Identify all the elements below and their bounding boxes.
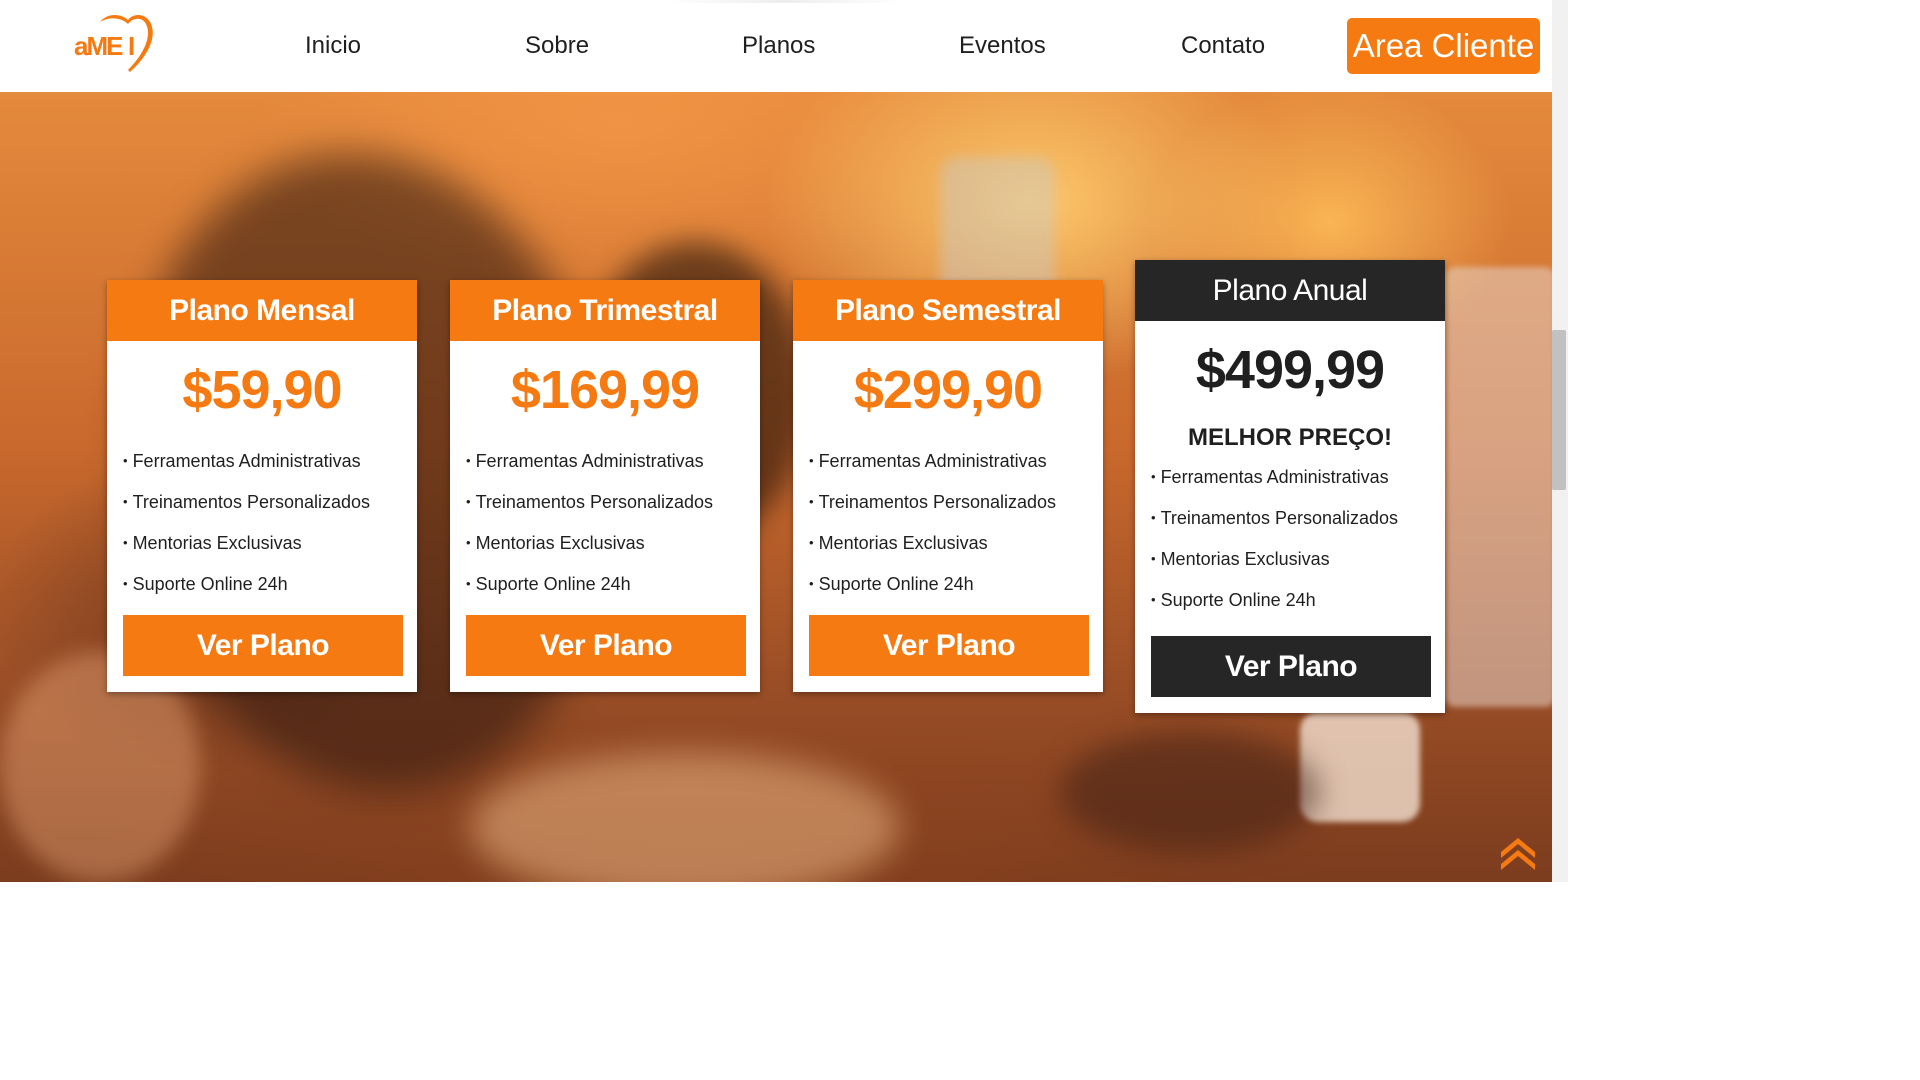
ver-plano-button[interactable]: Ver Plano	[466, 615, 746, 676]
plan-title: Plano Trimestral	[450, 280, 760, 341]
nav-inicio[interactable]: Inicio	[305, 30, 361, 62]
bg-mug	[1300, 712, 1420, 822]
plan-card-trimestral: Plano Trimestral $169,99 Ferramentas Adm…	[450, 280, 760, 692]
feature-item: Treinamentos Personalizados	[123, 492, 417, 533]
nav-planos[interactable]: Planos	[742, 30, 815, 62]
feature-item: Treinamentos Personalizados	[1151, 508, 1445, 549]
plan-title: Plano Mensal	[107, 280, 417, 341]
feature-item: Mentorias Exclusivas	[809, 533, 1103, 574]
plan-card-mensal: Plano Mensal $59,90 Ferramentas Administ…	[107, 280, 417, 692]
feature-item: Treinamentos Personalizados	[809, 492, 1103, 533]
best-price-badge: MELHOR PREÇO!	[1188, 424, 1392, 451]
plan-price: $499,99	[1195, 340, 1385, 400]
feature-item: Mentorias Exclusivas	[1151, 549, 1445, 590]
feature-item: Suporte Online 24h	[809, 574, 1103, 615]
feature-item: Mentorias Exclusivas	[466, 533, 760, 574]
bg-hands	[1060, 732, 1320, 852]
feature-item: Ferramentas Administrativas	[809, 451, 1103, 492]
header-shadow	[665, 0, 905, 3]
plan-features: Ferramentas Administrativas Treinamentos…	[450, 451, 760, 615]
site-header: aME I Inicio Sobre Planos Eventos Contat…	[0, 0, 1552, 92]
area-cliente-button[interactable]: Area Cliente	[1347, 18, 1540, 74]
plan-price: $169,99	[510, 360, 700, 420]
nav-eventos[interactable]: Eventos	[959, 30, 1046, 62]
feature-item: Suporte Online 24h	[466, 574, 760, 615]
plan-price: $59,90	[182, 360, 342, 420]
bg-monitor	[1445, 267, 1552, 707]
feature-item: Treinamentos Personalizados	[466, 492, 760, 533]
plan-features: Ferramentas Administrativas Treinamentos…	[793, 451, 1103, 615]
amei-logo[interactable]: aME I	[70, 14, 154, 76]
plan-card-semestral: Plano Semestral $299,90 Ferramentas Admi…	[793, 280, 1103, 692]
plan-price: $299,90	[853, 360, 1043, 420]
plan-features: Ferramentas Administrativas Treinamentos…	[1135, 467, 1445, 631]
feature-item: Ferramentas Administrativas	[123, 451, 417, 492]
nav-sobre[interactable]: Sobre	[525, 30, 589, 62]
plan-title: Plano Anual	[1135, 260, 1445, 321]
double-chevron-up-icon[interactable]	[1497, 830, 1539, 872]
feature-item: Ferramentas Administrativas	[1151, 467, 1445, 508]
scrollbar-thumb[interactable]	[1552, 330, 1566, 490]
plan-title: Plano Semestral	[793, 280, 1103, 341]
feature-item: Suporte Online 24h	[123, 574, 417, 615]
nav-contato[interactable]: Contato	[1181, 30, 1265, 62]
plan-features: Ferramentas Administrativas Treinamentos…	[107, 451, 417, 615]
feature-item: Mentorias Exclusivas	[123, 533, 417, 574]
ver-plano-button[interactable]: Ver Plano	[1151, 636, 1431, 697]
ver-plano-button[interactable]: Ver Plano	[809, 615, 1089, 676]
feature-item: Suporte Online 24h	[1151, 590, 1445, 631]
svg-text:I: I	[128, 31, 135, 61]
ver-plano-button[interactable]: Ver Plano	[123, 615, 403, 676]
svg-text:aME: aME	[74, 31, 123, 61]
plan-card-anual: Plano Anual $499,99 MELHOR PREÇO! Ferram…	[1135, 260, 1445, 713]
bg-desk-items	[470, 752, 900, 882]
feature-item: Ferramentas Administrativas	[466, 451, 760, 492]
